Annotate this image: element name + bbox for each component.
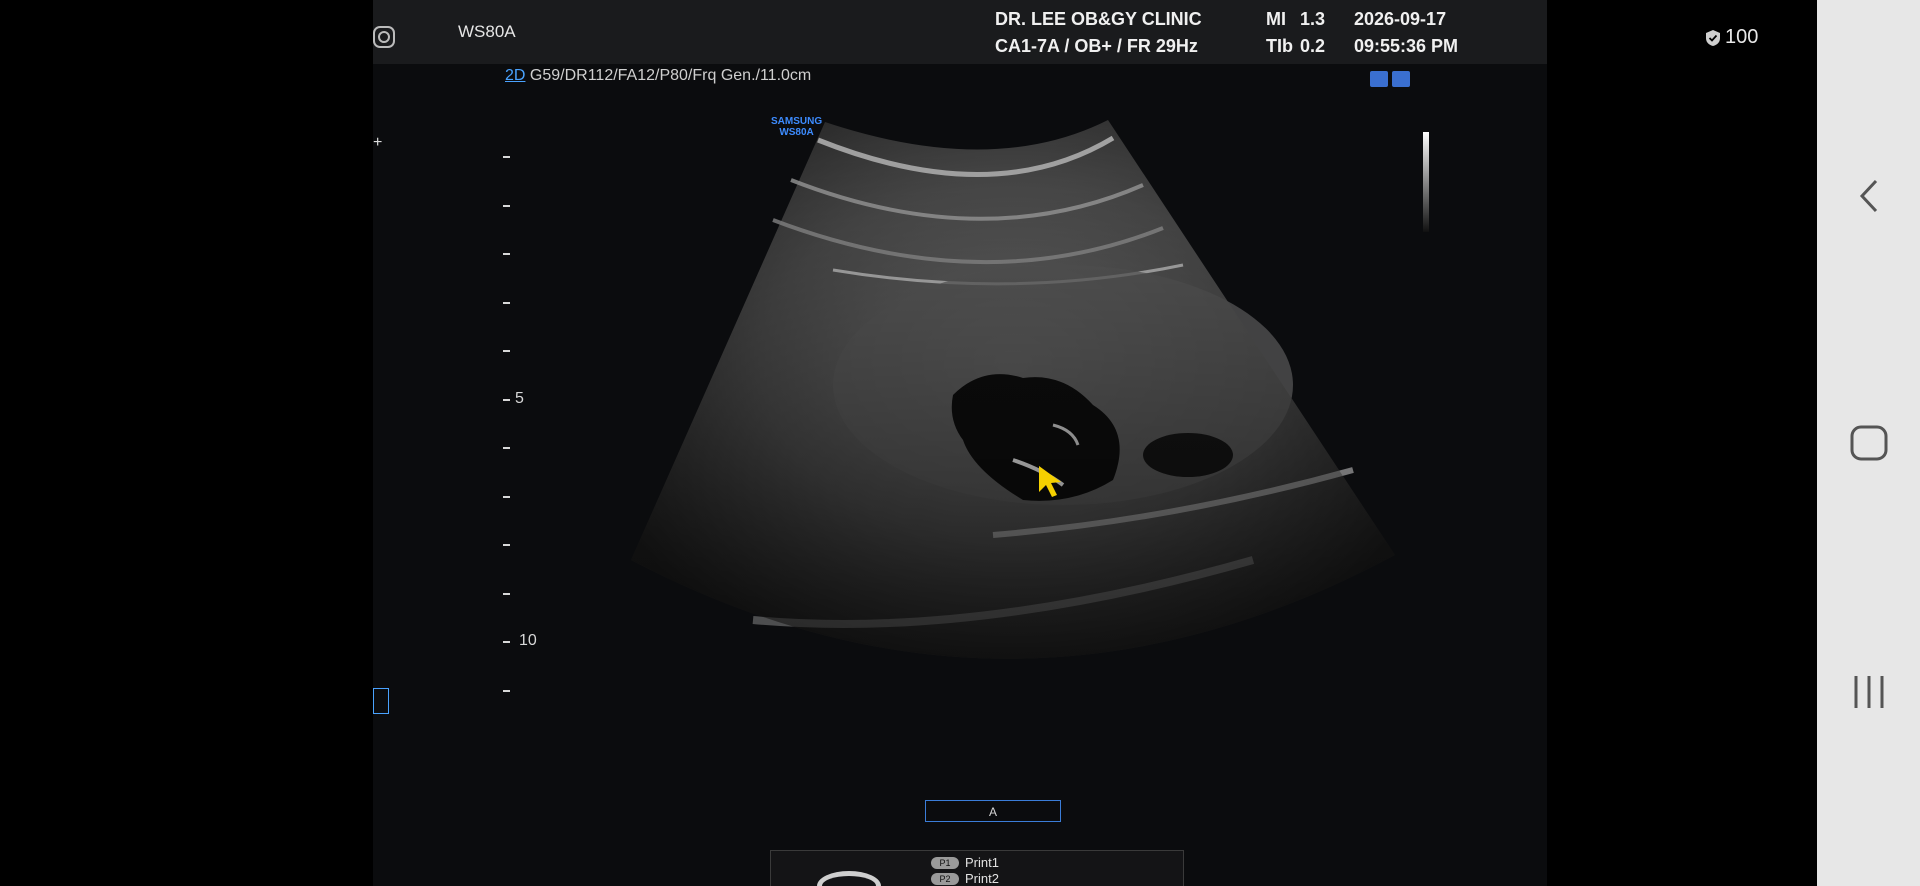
depth-tick	[503, 592, 510, 595]
depth-tick	[503, 544, 510, 546]
side-box	[373, 688, 389, 714]
mi-value: 1.3	[1300, 9, 1326, 29]
harmonic-icon	[1370, 71, 1388, 87]
depth-tick	[503, 156, 510, 158]
video-frame: WS80A DR. LEE OB&GY CLINIC CA1-7A / OB+ …	[373, 0, 1547, 886]
back-button[interactable]	[1817, 166, 1920, 226]
exam-time: 09:55:36 PM	[1354, 36, 1459, 56]
home-button[interactable]	[1817, 413, 1920, 473]
home-icon	[1850, 425, 1887, 461]
navigation-bar	[1817, 0, 1920, 886]
depth-tick	[503, 495, 510, 498]
mi-label: MI	[1266, 9, 1286, 29]
depth-tick	[503, 689, 510, 692]
print-key: P1	[931, 856, 959, 869]
back-icon	[1859, 179, 1877, 213]
print-thumbnail[interactable]	[817, 871, 881, 886]
clinic-name: DR. LEE OB&GY CLINIC	[995, 9, 1202, 29]
depth-tick	[503, 253, 510, 255]
status-indicator: 100	[1705, 26, 1758, 49]
print-label: Print2	[965, 871, 999, 886]
probe-icon	[1392, 71, 1410, 87]
mode-label: 2D	[505, 67, 526, 84]
print-item[interactable]: P1 Print1	[931, 855, 999, 870]
depth-tick	[503, 350, 510, 352]
annotation-button[interactable]: A	[925, 800, 1061, 822]
exam-date: 2026-09-17	[1354, 9, 1447, 29]
print-label: Print1	[965, 855, 999, 870]
shield-icon	[1706, 29, 1720, 46]
samsung-badge: SAMSUNG WS80A	[771, 116, 822, 138]
tib-label: TIb	[1266, 36, 1293, 56]
grayscale-bar	[1423, 132, 1429, 232]
imaging-parameters: 2D G59/DR112/FA12/P80/Frq Gen./11.0cm	[505, 67, 811, 85]
brand-label: SAMSUNG	[771, 116, 823, 127]
probe-info: CA1-7A / OB+ / FR 29Hz	[995, 36, 1198, 56]
device-model: WS80A	[458, 22, 516, 41]
depth-tick	[503, 641, 510, 643]
depth-scale: 5 10	[503, 150, 583, 710]
header-bar: WS80A DR. LEE OB&GY CLINIC CA1-7A / OB+ …	[373, 0, 1547, 64]
tib-value: 0.2	[1300, 36, 1326, 56]
display-icons	[1370, 71, 1410, 87]
depth-tick	[503, 447, 510, 449]
depth-tick	[503, 204, 510, 207]
print-key: P2	[931, 872, 959, 885]
model-label: WS80A	[779, 127, 814, 138]
recent-apps-button[interactable]	[1817, 662, 1920, 722]
battery-level: 100	[1725, 26, 1759, 48]
side-marker: +	[373, 134, 383, 151]
settings-text: G59/DR112/FA12/P80/Frq Gen./11.0cm	[529, 67, 812, 84]
print-panel: P1 Print1 P2 Print2	[770, 850, 1184, 886]
instagram-icon[interactable]	[373, 26, 395, 48]
recent-apps-icon	[1854, 676, 1883, 708]
depth-tick	[503, 301, 510, 304]
depth-tick	[503, 398, 510, 401]
depth-label-10: 10	[519, 632, 537, 649]
print-item[interactable]: P2 Print2	[931, 871, 999, 886]
depth-label-5: 5	[515, 390, 524, 407]
